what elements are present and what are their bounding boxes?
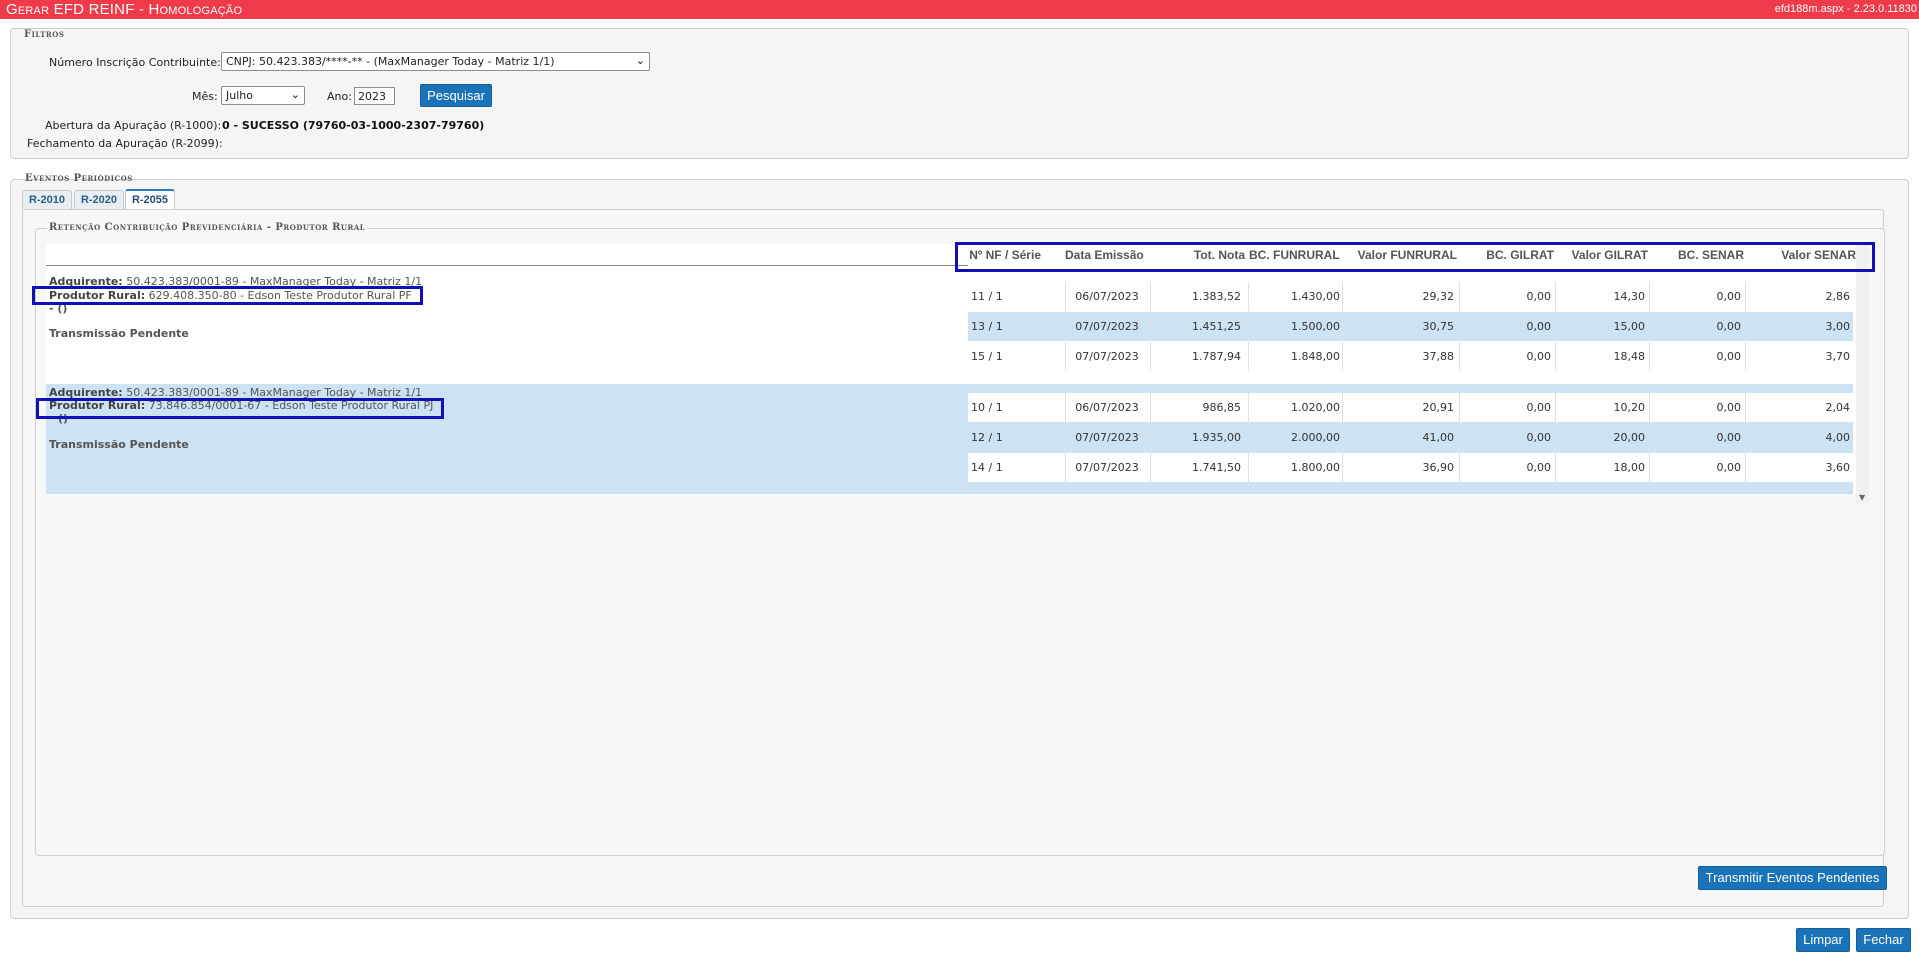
chevron-down-icon: ⌄	[635, 54, 645, 67]
table-cell: 41,00	[1422, 431, 1455, 444]
retencao-legend: Retenção Contribuição Previdenciária - P…	[47, 222, 368, 233]
chevron-down-icon: ⌄	[290, 88, 300, 101]
table-cell: 37,88	[1422, 350, 1455, 363]
table-cell: 1.020,00	[1291, 401, 1340, 414]
table-cell: 0,00	[1716, 350, 1742, 363]
table-cell: 07/07/2023	[1075, 350, 1139, 363]
mes-label: Mês:	[192, 90, 218, 103]
title-bar: Gerar EFD REINF - Homologação efd188m.as…	[0, 0, 1919, 19]
group-1-status: Transmissão Pendente	[49, 327, 189, 340]
abertura-value: 0 - SUCESSO (79760-03-1000-2307-79760)	[222, 119, 485, 132]
table-cell: 0,00	[1716, 461, 1742, 474]
table-cell: 0,00	[1716, 290, 1742, 303]
header-divider	[46, 265, 968, 266]
annotation-produtor-pj-box	[36, 398, 444, 419]
table-cell: 1.500,00	[1291, 320, 1340, 333]
table-cell: 2.000,00	[1291, 431, 1340, 444]
annotation-header-box	[955, 242, 1875, 272]
table-cell: 1.383,52	[1192, 290, 1241, 303]
scroll-down-icon: ▼	[1859, 493, 1866, 502]
table-cell: 1.451,25	[1192, 320, 1241, 333]
table-cell: 29,32	[1422, 290, 1455, 303]
contribuinte-label: Número Inscrição Contribuinte:	[49, 56, 221, 69]
table-cell: 3,70	[1825, 350, 1851, 363]
table-cell: 06/07/2023	[1075, 401, 1139, 414]
search-button[interactable]: Pesquisar	[420, 84, 492, 107]
table-cell: 986,85	[1202, 401, 1242, 414]
table-cell: 2,86	[1825, 290, 1851, 303]
clear-button[interactable]: Limpar	[1796, 928, 1850, 952]
app-version: efd188m.aspx - 2.23.0.11830	[1774, 3, 1917, 15]
table-cell: 10 / 1	[971, 401, 1003, 414]
table-cell: 0,00	[1526, 431, 1552, 444]
table-cell: 07/07/2023	[1075, 431, 1139, 444]
close-button[interactable]: Fechar	[1856, 928, 1911, 952]
transmit-pending-button[interactable]: Transmitir Eventos Pendentes	[1698, 866, 1887, 890]
table-cell: 0,00	[1716, 431, 1742, 444]
app-title: Gerar EFD REINF - Homologação	[6, 1, 243, 18]
tab-r2020[interactable]: R-2020	[74, 190, 124, 209]
tab-r2020-label: R-2020	[80, 194, 118, 206]
tab-r2010[interactable]: R-2010	[22, 190, 72, 209]
table-cell: 0,00	[1716, 320, 1742, 333]
group-2-status: Transmissão Pendente	[49, 438, 189, 451]
table-cell: 10,20	[1613, 401, 1646, 414]
annotation-produtor-pf-box	[32, 286, 423, 305]
table-cell: 15 / 1	[971, 350, 1003, 363]
table-cell: 1.430,00	[1291, 290, 1340, 303]
table-cell: 0,00	[1716, 401, 1742, 414]
table-cell: 13 / 1	[971, 320, 1003, 333]
fechamento-label: Fechamento da Apuração (R-2099):	[27, 137, 223, 150]
table-cell: 1.800,00	[1291, 461, 1340, 474]
table-cell: 20,91	[1422, 401, 1455, 414]
contribuinte-select[interactable]: CNPJ: 50.423.383/****-** - (MaxManager T…	[221, 52, 650, 71]
eventos-legend: Eventos Periódicos	[25, 173, 133, 184]
table-cell: 18,48	[1613, 350, 1646, 363]
table-cell: 07/07/2023	[1075, 320, 1139, 333]
table-cell: 1.848,00	[1291, 350, 1340, 363]
table-cell: 36,90	[1422, 461, 1455, 474]
scrollbar[interactable]: ▼	[1856, 244, 1869, 504]
table-cell: 12 / 1	[971, 431, 1003, 444]
mes-select-value: Julho	[226, 89, 253, 102]
table-cell: 14,30	[1613, 290, 1646, 303]
table-cell: 18,00	[1613, 461, 1646, 474]
table-cell: 0,00	[1526, 350, 1552, 363]
table-cell: 3,60	[1825, 461, 1851, 474]
table-cell: 20,00	[1613, 431, 1646, 444]
ano-input-value: 2023	[358, 90, 386, 103]
ano-input[interactable]: 2023	[354, 87, 395, 105]
table-cell: 30,75	[1422, 320, 1455, 333]
mes-select[interactable]: Julho ⌄	[221, 86, 305, 105]
table-cell: 14 / 1	[971, 461, 1003, 474]
tab-r2055[interactable]: R-2055	[125, 189, 175, 209]
table-cell: 0,00	[1526, 461, 1552, 474]
contribuinte-select-value: CNPJ: 50.423.383/****-** - (MaxManager T…	[226, 55, 555, 68]
filters-legend: Filtros	[24, 29, 65, 40]
table-cell: 07/07/2023	[1075, 461, 1139, 474]
table-cell: 15,00	[1613, 320, 1646, 333]
table-cell: 0,00	[1526, 320, 1552, 333]
table-cell: 1.935,00	[1192, 431, 1241, 444]
table-cell: 1.787,94	[1192, 350, 1241, 363]
table-cell: 4,00	[1825, 431, 1851, 444]
tab-r2055-label: R-2055	[131, 194, 169, 206]
table-cell: 11 / 1	[971, 290, 1003, 303]
table-cell: 1.741,50	[1192, 461, 1241, 474]
table-cell: 3,00	[1825, 320, 1851, 333]
table-cell: 06/07/2023	[1075, 290, 1139, 303]
table-cell: 0,00	[1526, 401, 1552, 414]
table-cell: 2,04	[1825, 401, 1851, 414]
tab-r2010-label: R-2010	[28, 194, 66, 206]
table-cell: 0,00	[1526, 290, 1552, 303]
ano-label: Ano:	[327, 90, 352, 103]
abertura-label: Abertura da Apuração (R-1000):	[45, 119, 222, 132]
